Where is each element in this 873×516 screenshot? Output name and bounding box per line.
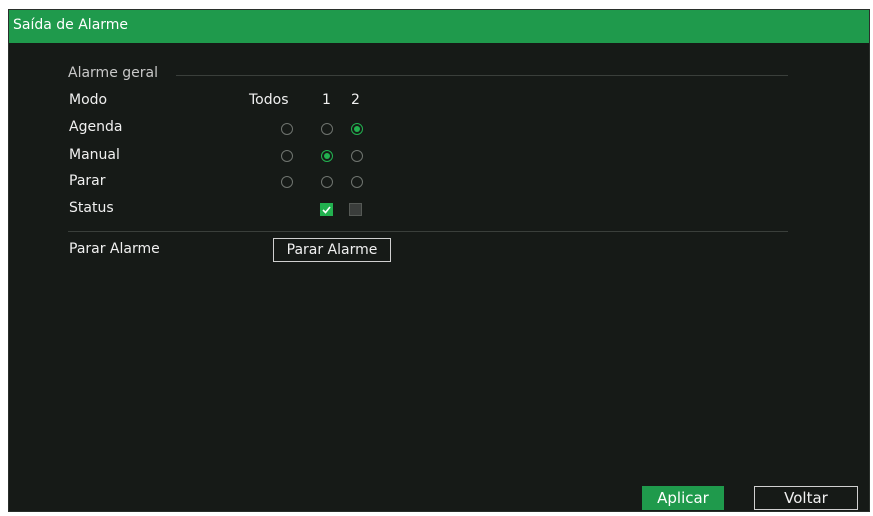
row-label-parar: Parar xyxy=(69,173,106,189)
status-2-checkbox[interactable] xyxy=(349,203,362,216)
apply-button[interactable]: Aplicar xyxy=(642,486,724,510)
parar-2-radio[interactable] xyxy=(351,176,363,188)
manual-2-radio[interactable] xyxy=(351,150,363,162)
stop-alarm-button[interactable]: Parar Alarme xyxy=(273,238,391,262)
row-label-agenda: Agenda xyxy=(69,119,123,135)
row-label-status: Status xyxy=(69,200,114,216)
agenda-1-radio[interactable] xyxy=(321,123,333,135)
agenda-todos-radio[interactable] xyxy=(281,123,293,135)
status-1-checkbox[interactable] xyxy=(320,203,333,216)
checkmark-icon xyxy=(322,206,331,214)
agenda-2-radio[interactable] xyxy=(351,123,363,135)
window-title: Saída de Alarme xyxy=(13,17,129,33)
row-label-manual: Manual xyxy=(69,147,120,163)
column-header-2: 2 xyxy=(351,92,360,108)
stop-alarm-label: Parar Alarme xyxy=(69,241,160,257)
group-divider xyxy=(176,75,788,76)
parar-todos-radio[interactable] xyxy=(281,176,293,188)
manual-1-radio[interactable] xyxy=(321,150,333,162)
column-header-1: 1 xyxy=(322,92,331,108)
title-bar: Saída de Alarme xyxy=(9,10,869,43)
group-title: Alarme geral xyxy=(68,65,158,81)
alarm-output-window: Saída de Alarme Alarme geral Todos 1 2 M… xyxy=(8,9,870,512)
manual-todos-radio[interactable] xyxy=(281,150,293,162)
section-divider xyxy=(68,231,788,232)
parar-1-radio[interactable] xyxy=(321,176,333,188)
column-header-todos: Todos xyxy=(249,92,289,108)
row-label-modo: Modo xyxy=(69,92,108,108)
back-button[interactable]: Voltar xyxy=(754,486,858,510)
